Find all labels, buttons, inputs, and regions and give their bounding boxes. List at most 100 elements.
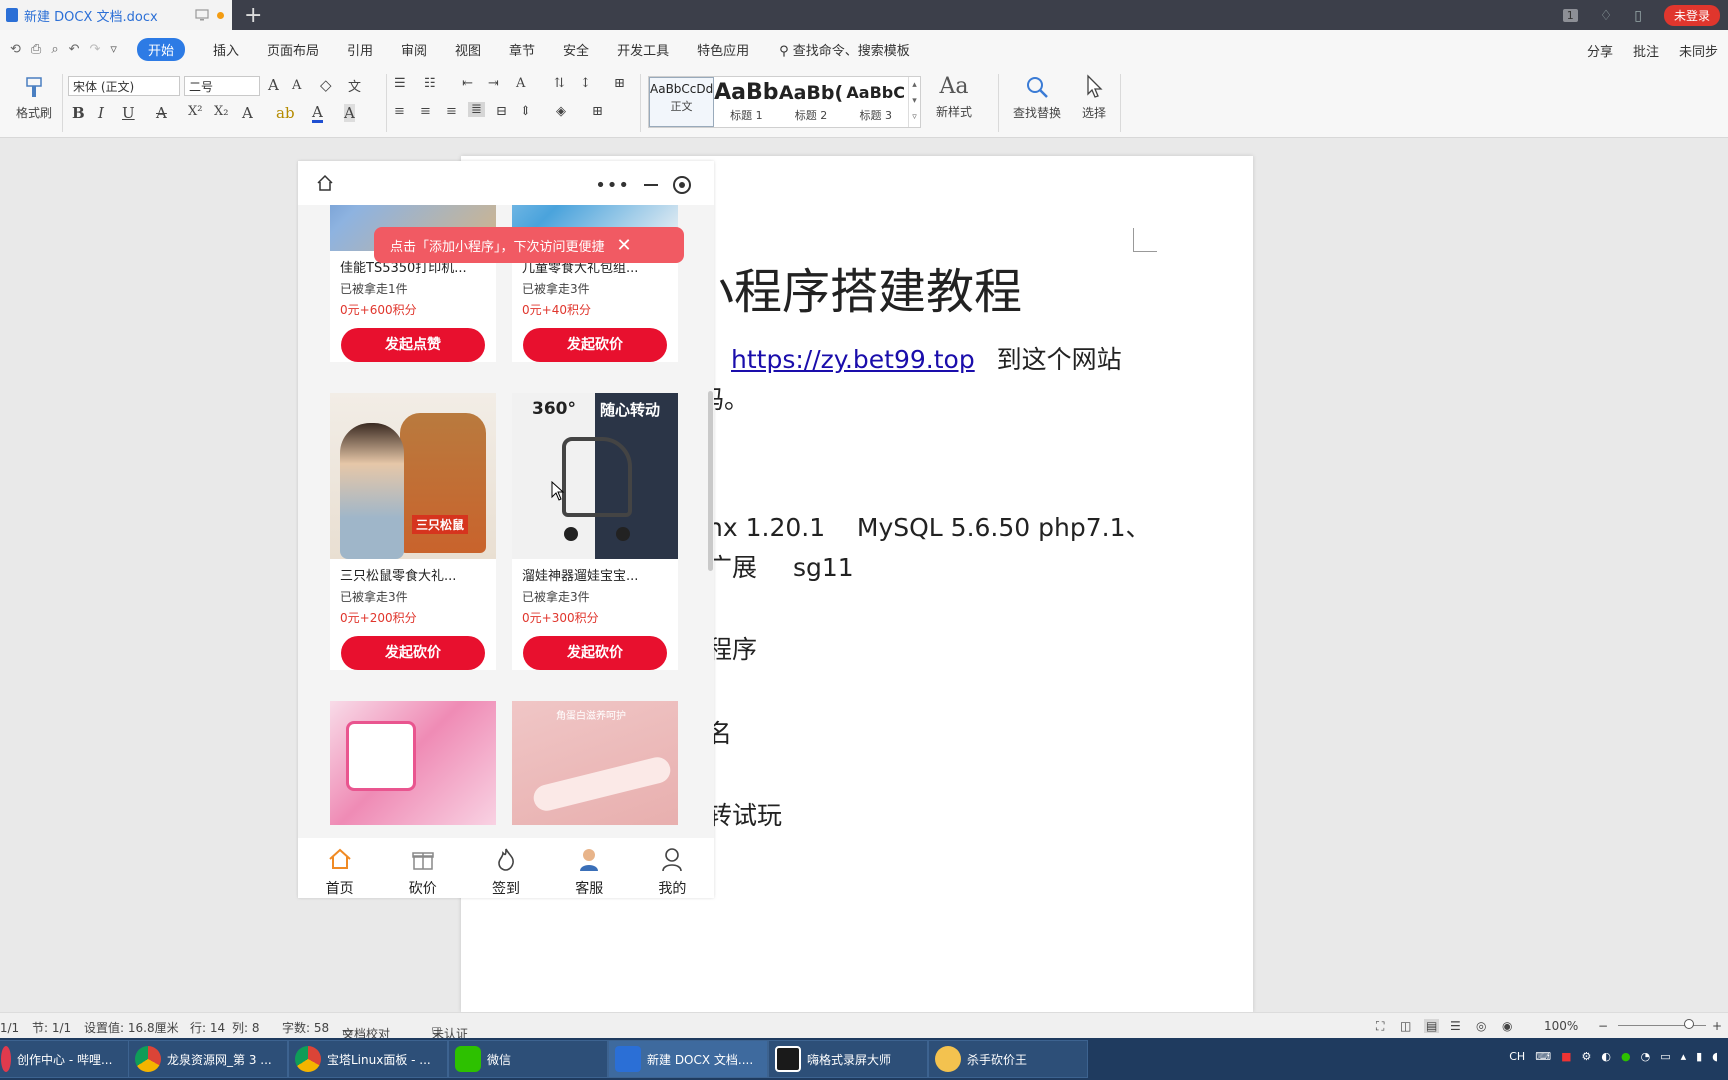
zoom-in-icon[interactable]: + [1712,1019,1722,1033]
align-left-icon[interactable]: ≡ [394,104,405,119]
more-windows-icon[interactable]: ▯ [1634,8,1642,24]
zoom-out-icon[interactable]: − [1598,1019,1608,1033]
sort-icon[interactable]: ⇅ [554,76,565,91]
strikethrough-icon[interactable]: A [156,104,167,122]
bold-icon[interactable]: B [72,104,85,122]
grow-font-icon[interactable]: A [268,76,279,94]
tray-app-icon[interactable]: ◐ [1601,1050,1611,1063]
share-button[interactable]: 分享 [1587,41,1613,60]
product-card[interactable]: 360° 随心转动 溜娃神器遛娃宝宝... 已被拿走3件 0元+300积分 发起… [512,393,678,670]
chat-icon[interactable]: ◔ [1641,1050,1651,1063]
scrollbar[interactable] [708,391,713,571]
justify-icon[interactable]: ≣ [468,102,485,117]
like-button[interactable]: 发起点赞 [341,328,485,362]
styles-scroll[interactable]: ▴ ▾ ▿ [908,77,920,127]
style-heading-3[interactable]: AaBbC 标题 3 [843,77,908,127]
paragraph-spacing-icon[interactable]: ⇕ [520,104,531,119]
add-mini-program-toast[interactable]: 点击「添加小程序」，下次访问更便捷 ✕ [374,227,684,263]
sync-button[interactable]: 未同步 [1679,41,1718,60]
bargain-button[interactable]: 发起砍价 [341,636,485,670]
print-preview-icon[interactable]: ⌕ [51,42,58,57]
monitor-icon[interactable]: ▭ [1660,1050,1670,1063]
window-count-badge[interactable]: 1 [1562,9,1578,22]
show-marks-icon[interactable]: ⊞ [614,76,625,91]
borders-icon[interactable]: ⊞ [592,104,603,119]
menu-developer[interactable]: 开发工具 [617,40,669,59]
taskbar-item[interactable]: 宝塔Linux面板 - ... [288,1040,448,1078]
font-family-select[interactable]: 宋体 (正文) [68,76,180,96]
style-heading-2[interactable]: AaBb( 标题 2 [779,77,844,127]
subscript-icon[interactable]: X₂ [214,104,228,119]
menu-page-layout[interactable]: 页面布局 [267,40,319,59]
taskbar-item[interactable]: 嗨格式录屏大师 [768,1040,928,1078]
tab-service[interactable]: 客服 [548,838,631,898]
keyboard-icon[interactable]: ⌨ [1535,1050,1551,1063]
menu-section[interactable]: 章节 [509,40,535,59]
redo-icon[interactable]: ↷ [90,42,101,57]
decrease-indent-icon[interactable]: ⇤ [462,76,473,91]
document-tab[interactable]: 新建 DOCX 文档.docx [0,0,232,30]
bullet-list-icon[interactable]: ☰ [394,76,406,91]
menu-references[interactable]: 引用 [347,40,373,59]
shading-icon[interactable]: ◈ [556,104,566,119]
settings-icon[interactable]: ⚙ [1582,1050,1592,1063]
italic-icon[interactable]: I [98,104,104,122]
up-arrow-icon[interactable]: ▴ [1681,1050,1687,1063]
doc-hyperlink[interactable]: https://zy.bet99.top [731,345,975,374]
menu-security[interactable]: 安全 [563,40,589,59]
increase-indent-icon[interactable]: ⇥ [488,76,499,91]
undo-icon[interactable]: ↶ [69,42,80,57]
menu-home[interactable]: 开始 [136,37,185,61]
view-page-icon[interactable]: ▤ [1424,1019,1440,1033]
chinese-layout-icon[interactable]: A [516,76,525,91]
menu-insert[interactable]: 插入 [213,40,239,59]
line-spacing-icon[interactable]: ↕ [580,76,591,91]
select-button[interactable]: 选择 [1074,74,1114,121]
find-replace-button[interactable]: 查找替换 [1008,74,1066,121]
monitor-icon[interactable] [195,8,209,22]
record-icon[interactable]: ■ [1561,1050,1571,1063]
status-words[interactable]: 字数: 58 [282,1019,329,1036]
menu-special[interactable]: 特色应用 [697,40,749,59]
view-read-icon[interactable]: ◫ [1400,1019,1411,1033]
align-center-icon[interactable]: ≡ [420,104,431,119]
new-style-button[interactable]: Aa 新样式 [930,74,978,120]
product-card[interactable]: 角蛋白滋养呵护 [512,701,678,825]
taskbar-item[interactable]: 杀手砍价王 [928,1040,1088,1078]
style-normal[interactable]: AaBbCcDd 正文 [649,77,714,127]
underline-icon[interactable]: U [122,104,135,122]
style-heading-1[interactable]: AaBb 标题 1 [714,77,779,127]
product-card[interactable]: 三只松鼠 三只松鼠零食大礼... 已被拿走3件 0元+200积分 发起砍价 [330,393,496,670]
tab-home[interactable]: 首页 [298,838,381,898]
format-painter-button[interactable]: 格式刷 [14,76,54,121]
view-outline-icon[interactable]: ☰ [1450,1019,1461,1033]
menu-view[interactable]: 视图 [455,40,481,59]
login-button[interactable]: 未登录 [1663,5,1720,26]
zoom-level[interactable]: 100% [1544,1019,1578,1033]
tab-checkin[interactable]: 签到 [464,838,547,898]
font-size-select[interactable]: 二号 [184,76,260,96]
font-color-icon[interactable]: A [312,104,323,123]
undo-history-icon[interactable]: ⟲ [10,42,21,57]
tab-bargain[interactable]: 砍价 [381,838,464,898]
distribute-icon[interactable]: ⊟ [496,104,507,119]
tab-profile[interactable]: 我的 [631,838,714,898]
taskbar-item[interactable]: 龙泉资源网_第 3 ... [128,1040,288,1078]
print-icon[interactable]: ⎙ [31,42,41,57]
bargain-button[interactable]: 发起砍价 [523,328,667,362]
menu-review[interactable]: 审阅 [401,40,427,59]
zoom-slider-thumb[interactable] [1684,1019,1694,1029]
fullscreen-icon[interactable]: ⛶ [1376,1019,1384,1034]
customize-icon[interactable]: ▿ [110,42,117,57]
more-icon[interactable]: ••• [595,175,630,196]
shrink-font-icon[interactable]: A [292,78,301,93]
taskbar-item[interactable]: 新建 DOCX 文档.... [608,1040,768,1078]
wechat-tray-icon[interactable]: ● [1621,1050,1631,1063]
close-target-icon[interactable] [672,176,691,194]
view-web-icon[interactable]: ◎ [1476,1019,1486,1033]
network-icon[interactable]: ▮ [1696,1050,1702,1063]
minimize-icon[interactable] [644,184,659,186]
char-shading-icon[interactable]: A [344,104,355,122]
align-right-icon[interactable]: ≡ [446,104,457,119]
volume-icon[interactable]: ◖ [1712,1050,1718,1063]
